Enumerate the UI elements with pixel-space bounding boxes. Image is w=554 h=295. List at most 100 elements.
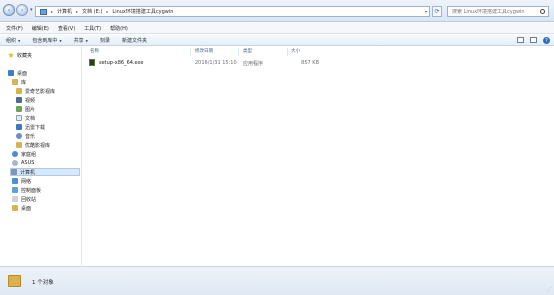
nav-item-desktop-folder[interactable]: 桌面	[12, 204, 31, 212]
menu-tools[interactable]: 工具(T)	[84, 25, 101, 32]
preview-pane-icon[interactable]	[530, 37, 537, 43]
column-divider[interactable]	[190, 48, 191, 56]
file-size: 857 KB	[301, 60, 319, 66]
item-count: 1 个对象	[32, 280, 54, 286]
column-header-date[interactable]: 修改日期	[195, 48, 213, 56]
column-header-name[interactable]: 名称	[90, 48, 99, 56]
share-label: 共享	[73, 37, 84, 44]
breadcrumb-drive[interactable]: 文档 (E:)	[82, 8, 102, 15]
help-icon[interactable]: ?	[543, 37, 550, 44]
address-dropdown-icon[interactable]: ▾	[425, 9, 427, 14]
nav-label: 音乐	[25, 133, 36, 140]
column-header-type[interactable]: 类型	[243, 48, 252, 56]
homegroup-icon	[12, 151, 18, 157]
search-box[interactable]	[447, 6, 549, 17]
desktop-icon	[8, 70, 14, 76]
dropdown-caret-icon: ▼	[85, 38, 88, 43]
nav-label: 计算机	[20, 169, 36, 176]
nav-item-homegroup[interactable]: 家庭组	[12, 150, 36, 158]
control-panel-icon	[12, 187, 18, 193]
nav-item-recycle-bin[interactable]: 回收站	[12, 195, 36, 203]
nav-label: 桌面	[21, 205, 32, 212]
nav-label: 图片	[25, 106, 36, 113]
nav-label: 回收站	[21, 196, 37, 203]
back-button[interactable]: ‹	[3, 4, 15, 16]
column-divider[interactable]	[238, 48, 239, 56]
computer-icon	[11, 169, 17, 175]
nav-label: 网络	[21, 178, 32, 185]
table-row[interactable]: setup-x86_64.exe 2016/1/31 15:10 应用程序 85…	[88, 58, 328, 67]
application-icon	[89, 59, 95, 66]
organize-label: 组织	[6, 37, 17, 44]
file-name: setup-x86_64.exe	[99, 60, 144, 66]
nav-item-control-panel[interactable]: 控制面板	[12, 186, 41, 194]
nav-label: 控制面板	[21, 187, 42, 194]
search-icon[interactable]	[540, 9, 545, 14]
folder-icon	[12, 205, 18, 211]
breadcrumb-computer[interactable]: 计算机	[57, 8, 72, 15]
menu-file[interactable]: 文件(F)	[6, 25, 23, 32]
nav-label: 视频	[25, 97, 36, 104]
forward-button[interactable]: ›	[16, 4, 28, 16]
burn-button[interactable]: 刻录	[100, 37, 110, 44]
share-button[interactable]: 共享 ▼	[74, 37, 88, 44]
nav-item-iqiyi-library[interactable]: 爱奇艺影视库	[16, 87, 55, 95]
menu-bar: 文件(F) 编辑(E) 查看(V) 工具(T) 帮助(H)	[0, 23, 554, 34]
star-icon	[8, 52, 14, 58]
include-in-library-button[interactable]: 包含到库中 ▼	[32, 37, 61, 44]
picture-icon	[16, 106, 22, 112]
breadcrumb-folder[interactable]: Linux环境搭建工具cygwin	[112, 8, 173, 15]
video-icon	[16, 97, 22, 103]
status-bar: 1 个对象 ⋰	[0, 266, 554, 295]
dropdown-caret-icon: ▼	[59, 38, 62, 43]
address-bar[interactable]: ▸ 计算机 ▸ 文档 (E:) ▸ Linux环境搭建工具cygwin ▾	[35, 6, 430, 17]
nav-label: 家庭组	[21, 151, 37, 158]
music-icon	[16, 133, 22, 139]
document-icon	[16, 115, 22, 121]
recycle-bin-icon	[12, 196, 18, 202]
nav-label: 文档	[25, 115, 36, 122]
search-input[interactable]	[452, 8, 538, 15]
network-icon	[12, 178, 18, 184]
view-options-icon[interactable]	[517, 37, 524, 43]
file-list: 名称 修改日期 类型 大小 setup-x86_64.exe 2016/1/31…	[83, 47, 554, 265]
nav-item-pictures[interactable]: 图片	[16, 105, 35, 113]
nav-item-computer[interactable]: 计算机	[10, 168, 80, 176]
chevron-right-icon: ▸	[76, 9, 79, 14]
nav-item-user[interactable]: ASUS	[12, 159, 34, 167]
file-type: 应用程序	[243, 61, 264, 67]
nav-item-music[interactable]: 音乐	[16, 132, 35, 140]
nav-item-favorites[interactable]: 收藏夹	[8, 51, 32, 59]
chevron-right-icon: ▸	[51, 9, 54, 14]
include-in-library-label: 包含到库中	[32, 37, 58, 44]
nav-item-youku-library[interactable]: 优酷影视库	[16, 141, 50, 149]
menu-view[interactable]: 查看(V)	[58, 25, 75, 32]
refresh-button[interactable]: ⟳	[432, 6, 442, 17]
nav-item-documents[interactable]: 文档	[16, 114, 35, 122]
folder-icon	[8, 275, 21, 287]
column-header-size[interactable]: 大小	[291, 48, 300, 56]
computer-icon	[40, 8, 47, 15]
dropdown-caret-icon: ▼	[18, 38, 21, 43]
nav-item-xunlei-downloads[interactable]: 迅雷下载	[16, 123, 45, 131]
resize-grip-icon[interactable]: ⋰	[547, 287, 552, 293]
column-divider[interactable]	[287, 48, 288, 56]
nav-label: 桌面	[17, 70, 28, 77]
organize-button[interactable]: 组织 ▼	[6, 37, 20, 44]
nav-item-network[interactable]: 网络	[12, 177, 31, 185]
nav-label: 优酷影视库	[25, 142, 51, 149]
navigation-pane: 收藏夹 桌面 库 爱奇艺影视库 视频 图片 文档 迅雷下载 音乐 优酷影视库 家…	[0, 47, 82, 265]
menu-help[interactable]: 帮助(H)	[110, 25, 128, 32]
chevron-right-icon: ▸	[106, 9, 109, 14]
recent-pages-dropdown-icon[interactable]: ▾	[30, 7, 33, 13]
nav-label: ASUS	[21, 160, 35, 166]
command-bar: 组织 ▼ 包含到库中 ▼ 共享 ▼ 刻录 新建文件夹 ?	[0, 35, 554, 46]
file-date: 2016/1/31 15:10	[195, 60, 237, 66]
new-folder-button[interactable]: 新建文件夹	[122, 37, 147, 44]
menu-edit[interactable]: 编辑(E)	[32, 25, 49, 32]
library-icon	[12, 79, 18, 85]
nav-item-videos[interactable]: 视频	[16, 96, 35, 104]
nav-label: 迅雷下载	[25, 124, 46, 131]
nav-item-library[interactable]: 库	[12, 78, 26, 86]
nav-item-desktop[interactable]: 桌面	[8, 69, 27, 77]
